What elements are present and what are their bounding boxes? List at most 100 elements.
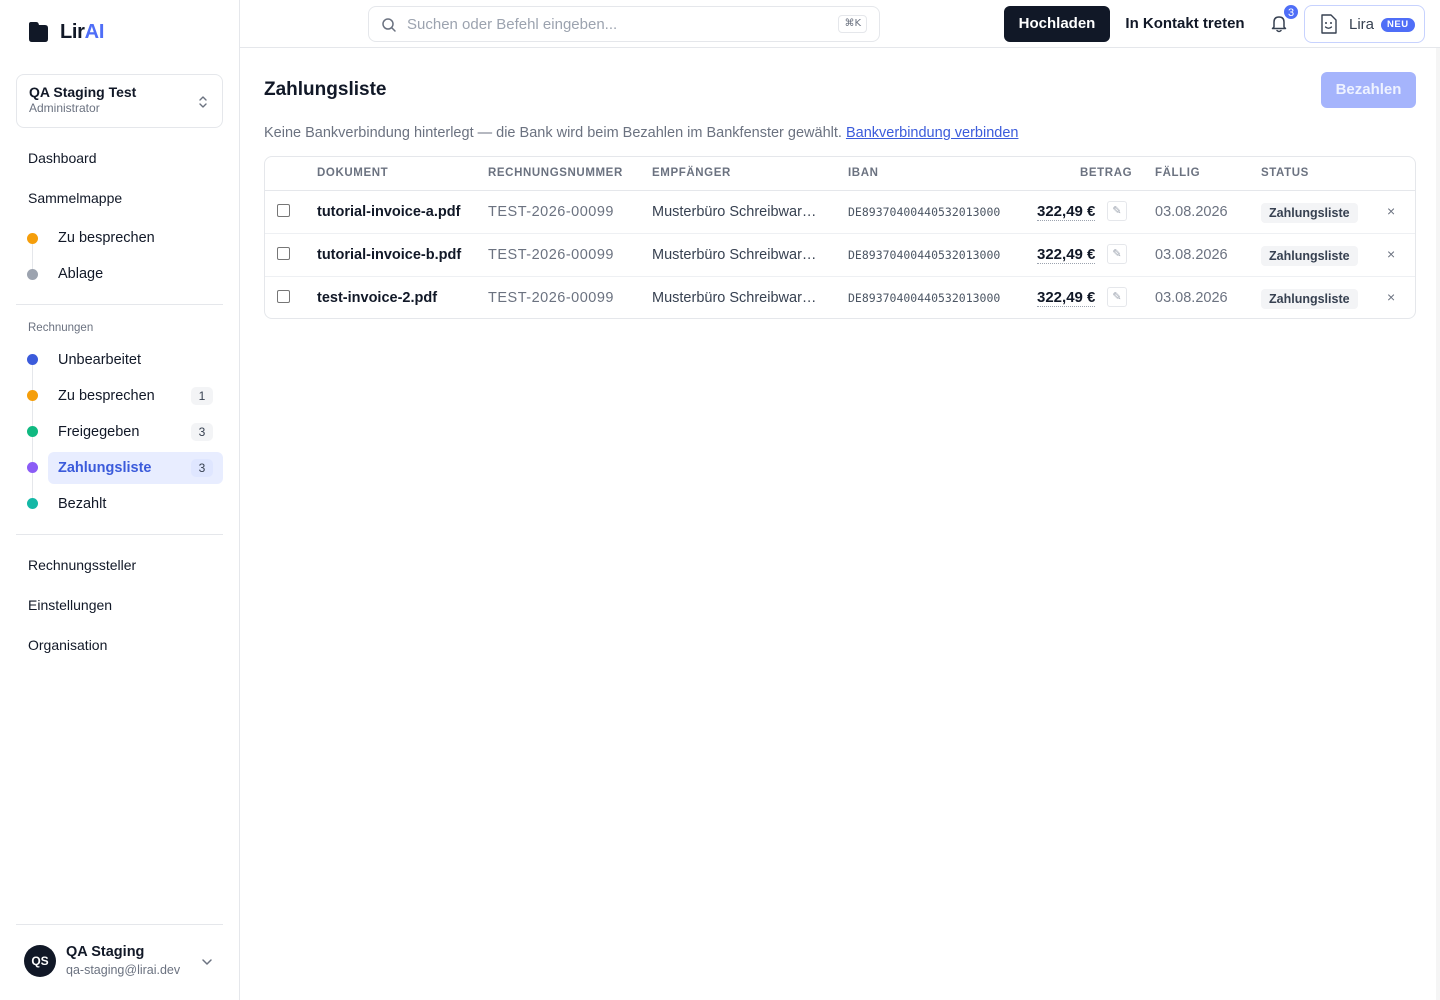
remove-close-icon[interactable]: ×	[1387, 289, 1395, 305]
notification-count-badge: 3	[1283, 4, 1299, 20]
status-badge: Zahlungsliste	[1261, 246, 1358, 266]
document-name[interactable]: tutorial-invoice-a.pdf	[317, 204, 460, 220]
invoice-number: TEST-2026-00099	[488, 204, 614, 220]
recipient: Musterbüro Schreibwaren GmbH	[652, 290, 824, 306]
search-icon	[382, 18, 396, 32]
organization-switcher[interactable]: QA Staging Test Administrator	[16, 74, 223, 128]
collection-item-archive[interactable]: Ablage	[48, 258, 223, 290]
column-header-iban[interactable]: IBAN	[848, 167, 879, 179]
recipient: Musterbüro Schreibwaren GmbH	[652, 247, 824, 263]
edit-amount-pencil-icon[interactable]: ✎	[1107, 201, 1127, 221]
status-dot	[27, 426, 38, 437]
count-badge: 3	[191, 459, 213, 477]
column-header-amount[interactable]: BETRAG	[1080, 167, 1132, 179]
user-name: QA Staging	[66, 944, 145, 960]
upload-button[interactable]: Hochladen	[1004, 6, 1110, 42]
chevron-down-icon	[202, 959, 212, 965]
recipient: Musterbüro Schreibwaren GmbH	[652, 204, 824, 220]
table-row: test-invoice-2.pdf TEST-2026-00099 Muste…	[265, 277, 1415, 318]
amount: 322,49 €	[1037, 289, 1096, 307]
nav-dashboard[interactable]: Dashboard	[16, 142, 223, 174]
page-title: Zahlungsliste	[264, 79, 387, 100]
invoice-nav-label: Zu besprechen	[58, 388, 155, 404]
invoice-nav-label: Freigegeben	[58, 424, 140, 440]
nav-issuers[interactable]: Rechnungssteller	[16, 549, 223, 581]
column-header-recipient[interactable]: EMPFÄNGER	[652, 167, 731, 179]
nav-organisation[interactable]: Organisation	[16, 629, 223, 661]
divider	[16, 304, 223, 305]
invoice-nav-label: Unbearbeitet	[58, 352, 142, 368]
status-dot	[27, 269, 38, 280]
invoice-nav-label: Zahlungsliste	[58, 460, 152, 476]
contact-button[interactable]: In Kontakt treten	[1116, 6, 1254, 42]
table-row: tutorial-invoice-b.pdf TEST-2026-00099 M…	[265, 234, 1415, 277]
due-date: 03.08.2026	[1155, 204, 1228, 220]
organization-name: QA Staging Test	[29, 84, 137, 100]
scrollbar[interactable]	[1436, 48, 1440, 1000]
edit-amount-pencil-icon[interactable]: ✎	[1107, 287, 1127, 307]
collection-item-label: Zu besprechen	[58, 230, 155, 246]
assistant-label: Lira	[1349, 16, 1375, 33]
invoice-number: TEST-2026-00099	[488, 247, 614, 263]
document-name[interactable]: tutorial-invoice-b.pdf	[317, 247, 461, 263]
row-checkbox[interactable]	[277, 290, 290, 303]
invoice-nav-to-discuss[interactable]: Zu besprechen 1	[48, 380, 223, 412]
row-checkbox[interactable]	[277, 247, 290, 260]
remove-close-icon[interactable]: ×	[1387, 246, 1395, 262]
invoice-nav-label: Bezahlt	[58, 496, 107, 512]
amount: 322,49 €	[1037, 203, 1096, 221]
document-name[interactable]: test-invoice-2.pdf	[317, 290, 437, 306]
section-label-invoices: Rechnungen	[28, 322, 94, 334]
remove-close-icon[interactable]: ×	[1387, 203, 1395, 219]
logo[interactable]: LirAI	[26, 20, 104, 44]
bank-connection-notice: Keine Bankverbindung hinterlegt — die Ba…	[264, 125, 1018, 141]
status-badge: Zahlungsliste	[1261, 289, 1358, 309]
amount: 322,49 €	[1037, 246, 1096, 264]
edit-amount-pencil-icon[interactable]: ✎	[1107, 244, 1127, 264]
column-header-due[interactable]: FÄLLIG	[1155, 167, 1200, 179]
user-email: qa-staging@lirai.dev	[66, 963, 181, 977]
invoice-number: TEST-2026-00099	[488, 290, 614, 306]
iban: DE89370400440532013000	[848, 291, 1001, 305]
iban: DE89370400440532013000	[848, 248, 1001, 262]
status-dot	[27, 233, 38, 244]
nav-collection[interactable]: Sammelmappe	[16, 182, 223, 214]
nav-settings[interactable]: Einstellungen	[16, 589, 223, 621]
assistant-button[interactable]: Lira NEU	[1304, 5, 1425, 43]
organization-role: Administrator	[29, 101, 100, 115]
due-date: 03.08.2026	[1155, 247, 1228, 263]
status-dot	[27, 390, 38, 401]
status-dot	[27, 462, 38, 473]
assistant-face-icon	[1321, 14, 1337, 34]
user-menu[interactable]: QS QA Staging qa-staging@lirai.dev	[16, 924, 223, 1000]
search-bar[interactable]: Suchen oder Befehl eingeben... ⌘K	[368, 6, 880, 42]
iban: DE89370400440532013000	[848, 205, 1001, 219]
table-header: DOKUMENT RECHNUNGSNUMMER EMPFÄNGER IBAN …	[265, 157, 1415, 191]
invoice-nav-approved[interactable]: Freigegeben 3	[48, 416, 223, 448]
divider	[16, 534, 223, 535]
collection-item-to-discuss[interactable]: Zu besprechen	[48, 222, 223, 254]
search-placeholder: Suchen oder Befehl eingeben...	[407, 16, 618, 33]
count-badge: 3	[191, 423, 213, 441]
connect-bank-link[interactable]: Bankverbindung verbinden	[846, 125, 1019, 141]
logo-text: LirAI	[60, 20, 105, 43]
column-header-status[interactable]: STATUS	[1261, 167, 1309, 179]
invoice-nav-payment-list[interactable]: Zahlungsliste 3	[48, 452, 223, 484]
avatar: QS	[24, 945, 56, 977]
logo-mark-icon	[29, 22, 48, 42]
row-checkbox[interactable]	[277, 204, 290, 217]
invoice-nav-paid[interactable]: Bezahlt	[48, 488, 223, 520]
invoice-nav-unprocessed[interactable]: Unbearbeitet	[48, 344, 223, 376]
collection-item-label: Ablage	[58, 266, 104, 282]
keyboard-shortcut: ⌘K	[838, 15, 867, 33]
status-dot	[27, 498, 38, 509]
payment-list-table: DOKUMENT RECHNUNGSNUMMER EMPFÄNGER IBAN …	[264, 156, 1416, 319]
chevron-up-down-icon	[199, 96, 207, 108]
column-header-document[interactable]: DOKUMENT	[317, 167, 388, 179]
column-header-invoice-number[interactable]: RECHNUNGSNUMMER	[488, 167, 623, 179]
status-dot	[27, 354, 38, 365]
pay-button[interactable]: Bezahlen	[1321, 72, 1416, 108]
new-badge: NEU	[1381, 18, 1415, 32]
bank-note-text: Keine Bankverbindung hinterlegt — die Ba…	[264, 125, 842, 141]
count-badge: 1	[191, 387, 213, 405]
